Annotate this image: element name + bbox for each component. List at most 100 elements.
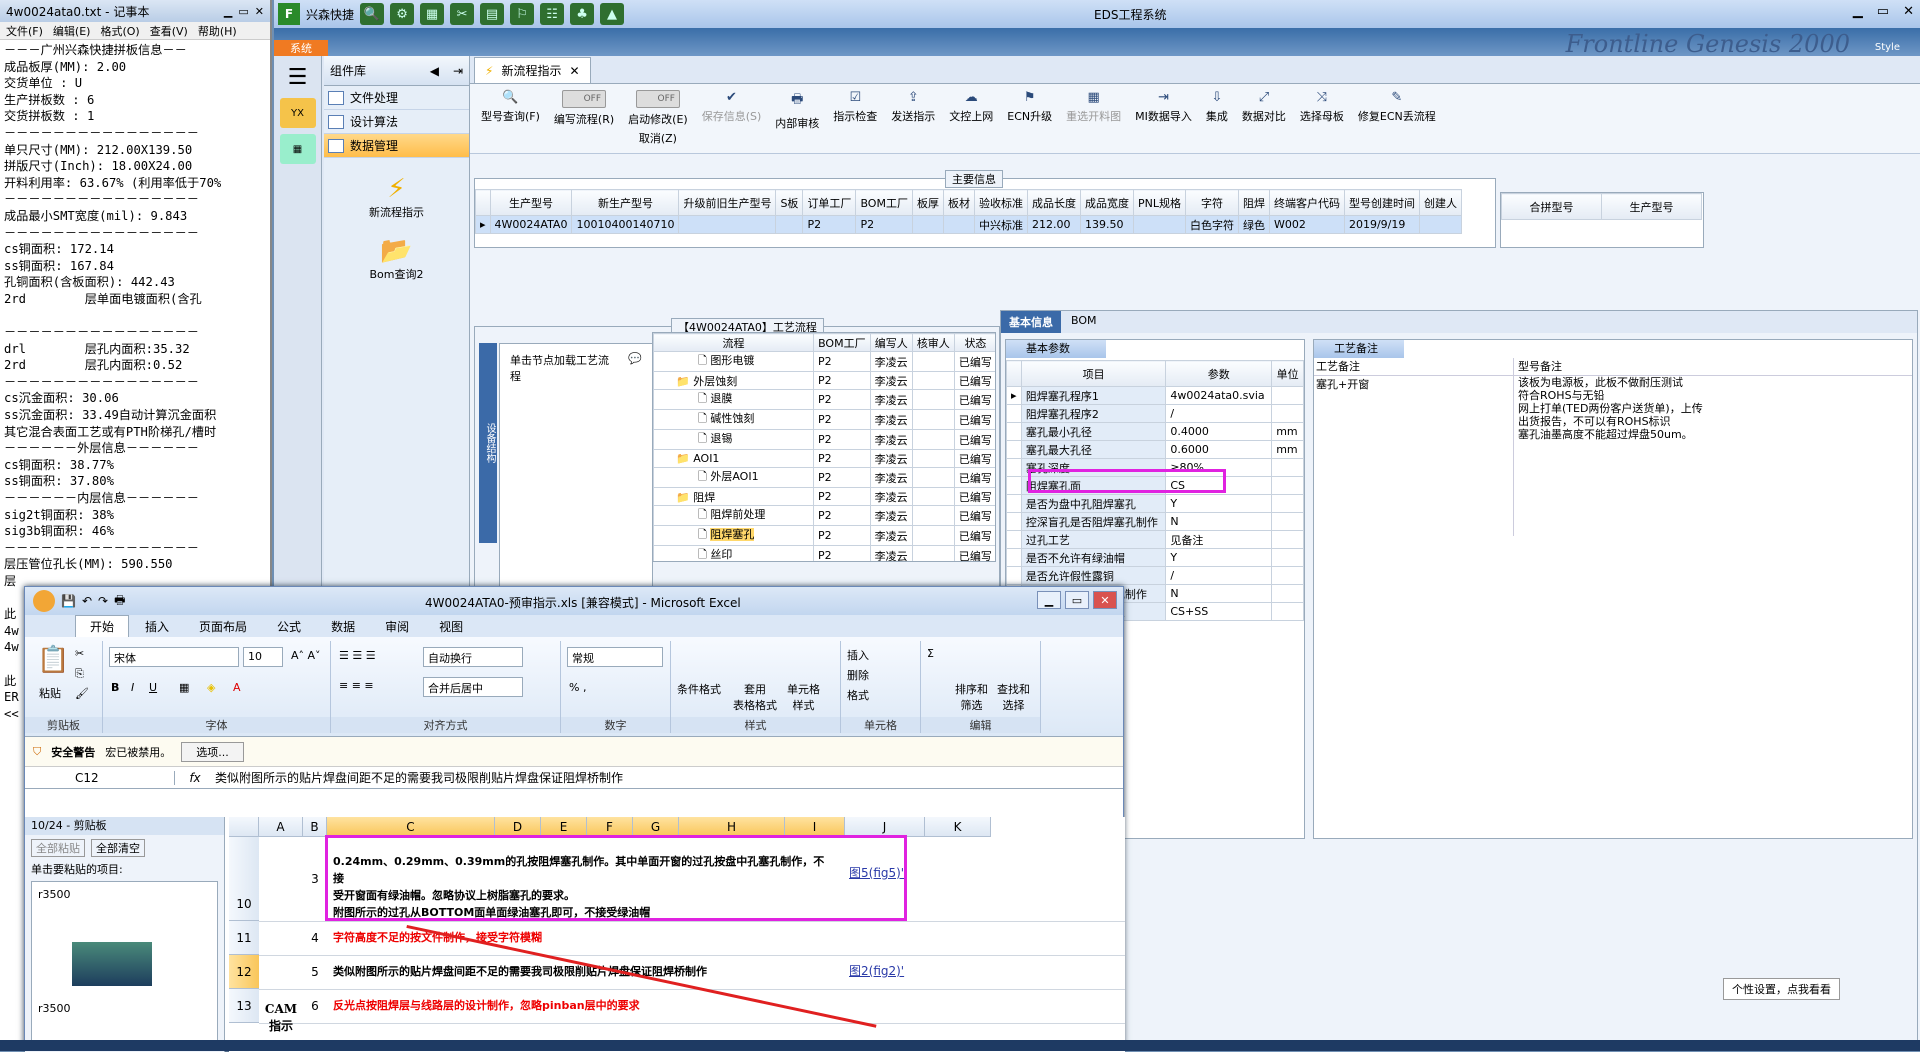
print-icon[interactable]: 🖶: [114, 591, 125, 612]
copy-icon[interactable]: ⎘: [75, 667, 84, 681]
column-header[interactable]: 编写人: [869, 333, 913, 352]
italic-button[interactable]: I: [131, 681, 134, 694]
toolbar-button[interactable]: ⇩ 集成: [1201, 90, 1233, 124]
param-row[interactable]: 控深盲孔是否阻焊塞孔制作 N: [1006, 512, 1304, 531]
menu-item[interactable]: 查看(V): [150, 23, 188, 39]
table-cell[interactable]: 中兴标准: [973, 215, 1028, 234]
toolbar-button[interactable]: OFF 启动修改(E) 取消(Z): [623, 90, 693, 146]
table-row[interactable]: ▸ 4W0024ATA0 10010400140710 P2 P2 中兴标准 212.00 1…: [475, 215, 1462, 234]
search-icon[interactable]: 🔍: [360, 3, 385, 25]
table-cell[interactable]: [678, 215, 777, 234]
format-button[interactable]: 格式: [847, 687, 869, 703]
clip-item[interactable]: r3500: [32, 882, 217, 907]
maximize-icon[interactable]: ▭: [1065, 591, 1089, 609]
tree-icon[interactable]: ♣: [570, 3, 595, 25]
grid-icon[interactable]: ▦: [420, 3, 445, 25]
column-header[interactable]: 项目: [1020, 360, 1167, 387]
table-cell[interactable]: 139.50: [1079, 215, 1134, 234]
table-cell[interactable]: P2: [802, 215, 857, 234]
wrap-text-button[interactable]: 自动换行: [423, 647, 523, 667]
ribbon-tab[interactable]: 页面布局: [185, 616, 261, 637]
save-icon[interactable]: 💾: [61, 594, 76, 608]
bold-button[interactable]: B: [111, 681, 119, 694]
column-header[interactable]: K: [925, 817, 991, 837]
yx-icon[interactable]: YX: [279, 98, 316, 128]
style-menu[interactable]: Style: [1875, 42, 1900, 53]
toolbar-button[interactable]: ⇪ 发送指示: [886, 90, 940, 124]
options-button[interactable]: 选项...: [181, 741, 244, 762]
index-cell[interactable]: 3: [303, 871, 327, 888]
column-header[interactable]: PNL规格: [1132, 189, 1186, 216]
table-cell[interactable]: P2: [855, 215, 913, 234]
component-item[interactable]: 文件处理: [324, 86, 469, 110]
toolbar-button[interactable]: ☁ 文控上网: [944, 90, 998, 124]
tree-row[interactable]: 🗋 丝印 P2 李凌云 已编写: [653, 545, 995, 561]
calculator-icon[interactable]: ▦: [279, 134, 316, 164]
column-header[interactable]: S板: [775, 189, 804, 216]
menu-item[interactable]: 格式(O): [100, 23, 139, 39]
column-header[interactable]: 创建人: [1418, 189, 1462, 216]
column-header[interactable]: 成品宽度: [1079, 189, 1134, 216]
tree-row[interactable]: 🗋 碱性蚀刻 P2 李凌云 已编写: [653, 409, 995, 430]
figure-link[interactable]: 图2(fig2)': [849, 963, 904, 980]
sort-filter-button[interactable]: 排序和 筛选: [955, 681, 988, 713]
insert-button[interactable]: 插入: [847, 647, 869, 663]
tree-row[interactable]: 🗋 外层AOI1 P2 李凌云 已编写: [653, 467, 995, 488]
tree-row[interactable]: 📁 阻焊 P2 李凌云 已编写: [653, 487, 995, 506]
param-row[interactable]: 是否允许假性露铜 /: [1006, 566, 1304, 585]
cancel-button[interactable]: 取消(Z): [639, 130, 677, 146]
menu-item[interactable]: 帮助(H): [198, 23, 237, 39]
info-tab[interactable]: BOM: [1063, 311, 1105, 333]
row-header[interactable]: 11: [229, 921, 259, 955]
table-cell[interactable]: 2019/9/19: [1343, 215, 1420, 234]
table-format-button[interactable]: 套用 表格格式: [733, 681, 777, 713]
toolbar-button[interactable]: ▦ 重选开料图: [1061, 90, 1126, 124]
column-header[interactable]: 合拼型号: [1501, 193, 1602, 220]
column-header[interactable]: BOM工厂: [813, 333, 871, 352]
index-cell[interactable]: 6: [303, 998, 327, 1015]
paste-all-button[interactable]: 全部粘贴: [31, 839, 85, 857]
column-header[interactable]: 订单工厂: [802, 189, 857, 216]
component-item[interactable]: 设计算法: [324, 110, 469, 134]
column-header[interactable]: 状态: [953, 333, 995, 352]
column-header[interactable]: 型号创建时间: [1343, 189, 1420, 216]
film-icon[interactable]: ▤: [480, 3, 505, 25]
model-note-text[interactable]: 该板为电源板，此板不做耐压测试 符合ROHS与无铅 网上打单(TED两份客户送货…: [1514, 376, 1904, 536]
column-header[interactable]: 生产型号: [489, 189, 573, 216]
instruction-cell[interactable]: 字符高度不足的按文件制作，接受字符模糊: [333, 929, 833, 946]
tree-row[interactable]: 🗋 退锡 P2 李凌云 已编写: [653, 429, 995, 450]
close-icon[interactable]: ✕: [569, 64, 579, 78]
column-header[interactable]: 单位: [1271, 360, 1304, 387]
clip-thumbnail[interactable]: [72, 942, 152, 986]
function-icon[interactable]: fx: [175, 771, 215, 785]
ribbon-tab[interactable]: 开始: [75, 615, 130, 637]
ribbon-tab[interactable]: 插入: [131, 616, 183, 637]
menu-item[interactable]: 文件(F): [6, 23, 43, 39]
grow-font-icon[interactable]: A˄ A˅: [291, 649, 321, 662]
column-header[interactable]: 流程: [653, 333, 814, 352]
merge-center-button[interactable]: 合并后居中: [423, 677, 523, 697]
param-row[interactable]: 塞孔最小孔径 0.4000 mm: [1006, 422, 1304, 441]
maximize-icon[interactable]: ▭: [238, 5, 248, 18]
toolbar-button[interactable]: ⤢ 数据对比: [1237, 90, 1291, 124]
font-size-select[interactable]: 10: [243, 647, 283, 667]
notepad-titlebar[interactable]: 4w0024ata0.txt - 记事本 ▁ ▭ ✕: [0, 0, 270, 22]
param-row[interactable]: 是否为盘中孔阻焊塞孔 Y: [1006, 494, 1304, 513]
office-button-icon[interactable]: [33, 590, 55, 612]
column-header[interactable]: G: [633, 817, 679, 837]
redo-icon[interactable]: ↷: [98, 594, 108, 608]
close-icon[interactable]: ✕: [255, 5, 264, 18]
column-header[interactable]: 验收标准: [973, 189, 1028, 216]
bom-query-item[interactable]: 📂 Bom查询2: [324, 236, 469, 282]
flow-side-tab[interactable]: 设备结构: [479, 343, 497, 543]
toolbar-button[interactable]: ✔ 保存信息(S): [697, 90, 767, 124]
column-header[interactable]: E: [541, 817, 587, 837]
delete-button[interactable]: 删除: [847, 667, 869, 683]
table-cell[interactable]: 4W0024ATA0: [489, 215, 573, 234]
cell-style-button[interactable]: 单元格 样式: [787, 681, 820, 713]
column-header[interactable]: 字符: [1184, 189, 1239, 216]
cut-icon[interactable]: ✂: [75, 647, 84, 660]
undo-icon[interactable]: ↶: [82, 594, 92, 608]
border-icon[interactable]: ▦: [179, 681, 189, 694]
index-cell[interactable]: 5: [303, 964, 327, 981]
